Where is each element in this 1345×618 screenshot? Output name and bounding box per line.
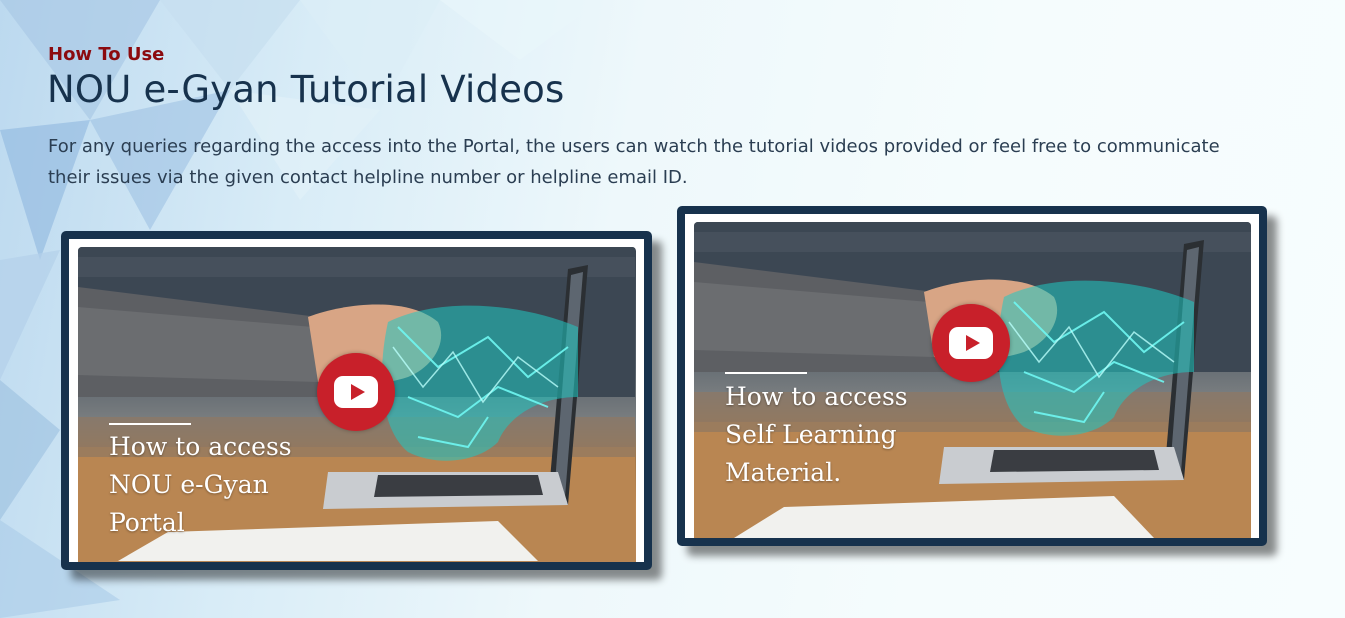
video-card-self-learning-material[interactable]: How to access Self Learning Material. [677, 206, 1267, 546]
video-card-nou-egyan-portal[interactable]: How to access NOU e-Gyan Portal [61, 231, 652, 570]
caption-divider [725, 372, 807, 374]
caption-divider [109, 423, 191, 425]
video-frame: How to access Self Learning Material. [685, 214, 1259, 538]
video-caption: How to access Self Learning Material. [725, 378, 908, 492]
caption-line-2: NOU e-Gyan [109, 470, 269, 499]
youtube-play-icon[interactable] [932, 304, 1010, 382]
page-title: NOU e-Gyan Tutorial Videos [47, 68, 565, 111]
video-frame: How to access NOU e-Gyan Portal [69, 239, 644, 562]
section-label: How To Use [48, 44, 165, 65]
caption-line-1: How to access [725, 382, 908, 411]
video-thumbnail[interactable]: How to access NOU e-Gyan Portal [78, 247, 636, 562]
youtube-play-icon[interactable] [317, 353, 395, 431]
caption-line-3: Material. [725, 458, 842, 487]
section-description: For any queries regarding the access int… [48, 136, 1220, 188]
caption-line-2: Self Learning [725, 420, 897, 449]
video-thumbnail[interactable]: How to access Self Learning Material. [694, 222, 1251, 538]
video-caption: How to access NOU e-Gyan Portal [109, 428, 292, 542]
caption-line-3: Portal [109, 508, 185, 537]
caption-line-1: How to access [109, 432, 292, 461]
